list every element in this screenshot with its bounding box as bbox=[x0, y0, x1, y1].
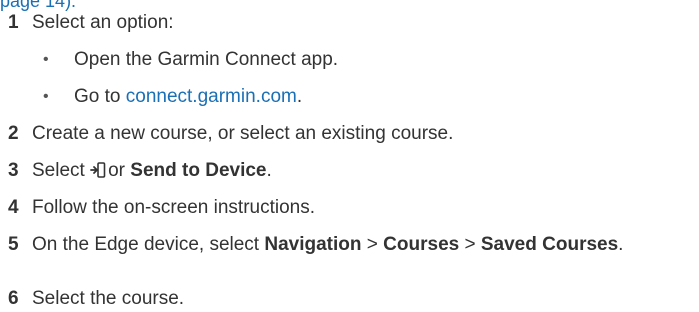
step-text: Select the course. bbox=[32, 288, 185, 309]
step-post-text: . bbox=[618, 234, 624, 255]
step-text: On the Edge device, select Navigation > … bbox=[32, 232, 693, 258]
bullet-marker: • bbox=[43, 88, 49, 105]
step-text: Create a new course, or select an existi… bbox=[32, 123, 454, 144]
step-pre-text: On the Edge device, select bbox=[32, 234, 260, 255]
menu-separator: > bbox=[464, 234, 476, 255]
step-number: 3 bbox=[8, 160, 19, 181]
step-or-text: or bbox=[108, 160, 125, 181]
step-text: Follow the on-screen instructions. bbox=[32, 197, 316, 218]
step-text: Select or Send to Device. bbox=[32, 158, 693, 187]
step-number: 6 bbox=[8, 288, 19, 309]
courses-menu-label: Courses bbox=[383, 234, 460, 255]
step-pre-text: Select bbox=[32, 160, 85, 181]
step-number: 4 bbox=[8, 197, 19, 218]
send-to-device-icon bbox=[90, 161, 106, 187]
step-text: Select an option: bbox=[32, 12, 174, 33]
garmin-connect-link[interactable]: connect.garmin.com bbox=[126, 86, 297, 107]
step-post-text: . bbox=[266, 160, 272, 181]
navigation-menu-label: Navigation bbox=[264, 234, 362, 255]
saved-courses-menu-label: Saved Courses bbox=[480, 234, 619, 255]
bullet-text: Open the Garmin Connect app. bbox=[74, 49, 339, 70]
menu-separator: > bbox=[366, 234, 378, 255]
instruction-document: page 14). 1 Select an option: • Open the… bbox=[0, 0, 699, 309]
step-number: 5 bbox=[8, 234, 19, 255]
bullet-text: Go to connect.garmin.com. bbox=[74, 84, 302, 110]
send-to-device-label: Send to Device bbox=[130, 160, 267, 181]
bullet-post-text: . bbox=[296, 86, 303, 107]
bullet-pre-text: Go to bbox=[74, 86, 121, 107]
bullet-marker: • bbox=[43, 51, 49, 68]
step-number: 2 bbox=[8, 123, 19, 144]
step-number: 1 bbox=[8, 12, 19, 33]
